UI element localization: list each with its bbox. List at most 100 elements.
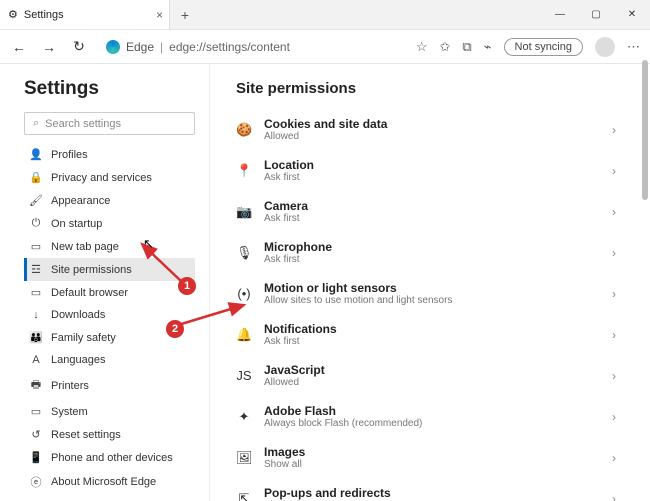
chevron-right-icon: ›: [612, 123, 616, 137]
scrollbar-thumb[interactable]: [642, 60, 648, 200]
sidebar-item-appearance[interactable]: 🖌Appearance: [24, 189, 195, 212]
permission-item-microphone[interactable]: 🎙MicrophoneAsk first›: [236, 234, 640, 275]
refresh-button[interactable]: ↻: [70, 38, 88, 55]
sidebar-item-label: Reset settings: [51, 429, 121, 441]
maximize-button[interactable]: ▢: [578, 0, 614, 29]
chevron-right-icon: ›: [612, 328, 616, 342]
permission-icon: (•): [236, 286, 252, 301]
permission-item-images[interactable]: 🖼ImagesShow all›: [236, 439, 640, 480]
permission-item-cookies-and-site-data[interactable]: 🍪Cookies and site dataAllowed›: [236, 111, 640, 152]
chevron-right-icon: ›: [612, 205, 616, 219]
reader-icon[interactable]: ⌁: [484, 39, 492, 55]
chevron-right-icon: ›: [612, 410, 616, 424]
permission-item-notifications[interactable]: 🔔 NotificationsAsk first ›: [236, 316, 640, 357]
sidebar-icon: ↓: [29, 309, 43, 321]
sidebar-item-new-tab-page[interactable]: ▭New tab page: [24, 235, 195, 258]
sidebar-icon: ▭: [29, 405, 43, 418]
permission-icon: 📍: [236, 163, 252, 179]
favorites-list-icon[interactable]: ✩: [439, 39, 450, 55]
chevron-right-icon: ›: [612, 369, 616, 383]
sidebar-item-label: New tab page: [51, 241, 119, 253]
permission-item-adobe-flash[interactable]: ✦Adobe FlashAlways block Flash (recommen…: [236, 398, 640, 439]
sidebar-item-default-browser[interactable]: ▭Default browser: [24, 281, 195, 304]
permission-subtitle: Allowed: [264, 377, 325, 388]
address-bar[interactable]: Edge | edge://settings/content: [100, 40, 404, 54]
sidebar-item-phone-and-other-devices[interactable]: 📱Phone and other devices: [24, 446, 195, 469]
permission-item-javascript[interactable]: JS JavaScriptAllowed ›: [236, 357, 640, 398]
browser-tab[interactable]: ⚙ Settings ×: [0, 0, 170, 29]
sidebar-list: 👤 Profiles 🔒 Privacy and services 🖌Appearanc…: [24, 143, 195, 495]
sidebar-item-label: Site permissions: [51, 264, 132, 276]
permission-item-pop-ups-and-redirects[interactable]: ⇱Pop-ups and redirectsBlocked›: [236, 480, 640, 501]
permissions-list: 🍪Cookies and site dataAllowed›📍LocationA…: [236, 111, 640, 501]
permission-subtitle: Always block Flash (recommended): [264, 418, 422, 429]
permission-icon: 🔔: [236, 327, 252, 343]
sidebar-item-privacy-and-services[interactable]: 🔒 Privacy and services: [24, 166, 195, 189]
profile-avatar[interactable]: [595, 37, 615, 57]
sidebar-item-about-microsoft-edge[interactable]: ⓔ About Microsoft Edge: [24, 469, 195, 495]
back-button[interactable]: ←: [10, 39, 28, 55]
sidebar-item-printers[interactable]: 🖶Printers: [24, 371, 195, 400]
tab-title: Settings: [24, 9, 64, 21]
permission-subtitle: Allow sites to use motion and light sens…: [264, 295, 452, 306]
more-menu-button[interactable]: ⋯: [627, 39, 640, 55]
collections-icon[interactable]: ⧉: [462, 39, 471, 55]
permission-title: Notifications: [264, 322, 337, 336]
address-url: edge://settings/content: [169, 40, 290, 54]
sidebar-item-site-permissions[interactable]: ☲Site permissions: [24, 258, 195, 281]
chevron-right-icon: ›: [612, 451, 616, 465]
chevron-right-icon: ›: [612, 246, 616, 260]
new-tab-button[interactable]: +: [170, 0, 200, 29]
sidebar-item-label: Profiles: [51, 149, 88, 161]
permissions-panel: Site permissions 🍪Cookies and site dataA…: [210, 64, 650, 501]
panel-title: Site permissions: [236, 80, 640, 97]
permission-item-camera[interactable]: 📷CameraAsk first›: [236, 193, 640, 234]
sidebar-item-label: On startup: [51, 218, 102, 230]
sync-status[interactable]: Not syncing: [504, 38, 583, 56]
sidebar-item-label: Privacy and services: [51, 172, 152, 184]
sidebar-icon: 🔒: [29, 171, 43, 184]
permission-subtitle: Ask first: [264, 336, 337, 347]
sidebar-item-downloads[interactable]: ↓Downloads: [24, 304, 195, 326]
permission-icon: 🎙: [236, 245, 252, 261]
sidebar-icon: 👤: [29, 148, 43, 161]
permission-title: Images: [264, 445, 305, 459]
edge-label: Edge: [126, 40, 154, 54]
close-tab-button[interactable]: ×: [156, 8, 163, 22]
edge-logo-icon: [106, 40, 120, 54]
permission-subtitle: Allowed: [264, 131, 387, 142]
permission-icon: JS: [236, 368, 252, 383]
permission-icon: ✦: [236, 409, 252, 425]
search-settings-input[interactable]: ⌕ Search settings: [24, 112, 195, 135]
sidebar-item-languages[interactable]: ALanguages: [24, 349, 195, 371]
chevron-right-icon: ›: [612, 287, 616, 301]
permission-item-motion-or-light-sensors[interactable]: (•) Motion or light sensorsAllow sites to…: [236, 275, 640, 316]
sidebar-item-label: About Microsoft Edge: [51, 476, 156, 488]
sidebar-item-profiles[interactable]: 👤 Profiles: [24, 143, 195, 166]
permission-title: Cookies and site data: [264, 117, 387, 131]
sidebar-item-system[interactable]: ▭ System: [24, 400, 195, 423]
close-window-button[interactable]: ✕: [614, 0, 650, 29]
forward-button[interactable]: →: [40, 39, 58, 55]
permission-title: JavaScript: [264, 363, 325, 377]
permission-subtitle: Ask first: [264, 213, 308, 224]
permission-icon: 📷: [236, 204, 252, 220]
permission-title: Location: [264, 158, 314, 172]
sidebar-item-reset-settings[interactable]: ↺Reset settings: [24, 423, 195, 446]
sidebar-item-label: System: [51, 406, 88, 418]
page-title: Settings: [24, 78, 195, 100]
favorite-icon[interactable]: ☆: [416, 39, 428, 55]
sidebar-item-label: Default browser: [51, 287, 128, 299]
sidebar-icon: 🖌: [29, 194, 43, 207]
sidebar-item-on-startup[interactable]: ⏻On startup: [24, 212, 195, 235]
permission-item-location[interactable]: 📍LocationAsk first›: [236, 152, 640, 193]
search-placeholder: Search settings: [45, 118, 121, 130]
chevron-right-icon: ›: [612, 492, 616, 501]
permission-icon: ⇱: [236, 491, 252, 501]
settings-sidebar: Settings ⌕ Search settings 👤 Profiles 🔒 Pri…: [0, 64, 210, 501]
minimize-button[interactable]: —: [542, 0, 578, 29]
permission-title: Motion or light sensors: [264, 281, 452, 295]
permission-icon: 🖼: [236, 450, 252, 466]
sidebar-item-family-safety[interactable]: 👪Family safety: [24, 326, 195, 349]
sidebar-icon: ⓔ: [29, 474, 43, 490]
